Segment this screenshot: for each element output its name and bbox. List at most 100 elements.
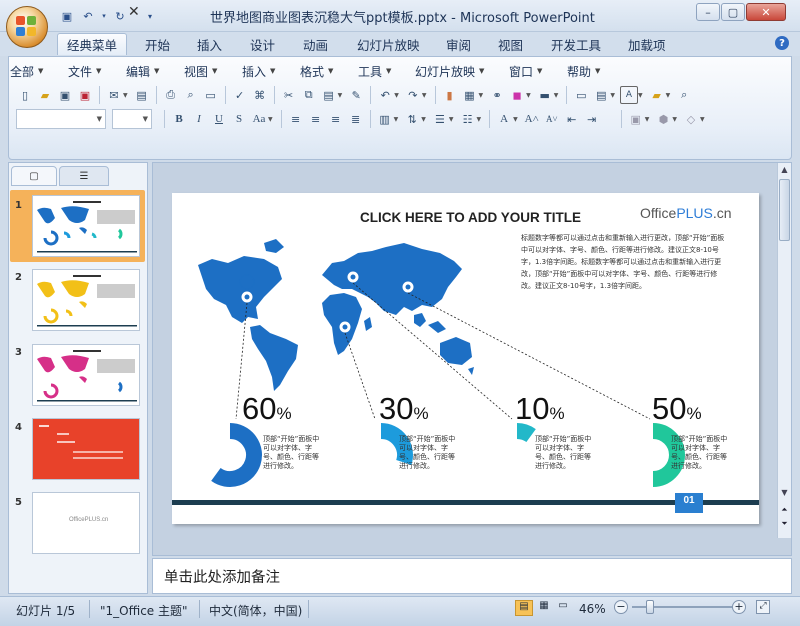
- bold-icon[interactable]: B: [170, 110, 188, 128]
- print-preview-icon[interactable]: ⌕: [182, 86, 200, 104]
- layout-icon[interactable]: ▤: [592, 86, 610, 104]
- slide-sorter-icon[interactable]: ▦: [536, 600, 552, 616]
- slide-canvas[interactable]: CLICK HERE TO ADD YOUR TITLE OfficePLUS.…: [172, 193, 759, 524]
- copy-icon[interactable]: ⧉: [300, 86, 318, 104]
- menu-slideshow[interactable]: 幻灯片放映 ▼: [415, 62, 509, 80]
- spelling-icon[interactable]: ✓: [231, 86, 249, 104]
- chevron-down-icon[interactable]: ▼: [526, 92, 531, 99]
- undo-icon[interactable]: ↶: [376, 86, 394, 104]
- stat-description-3[interactable]: 顶部“开始”面板中可以对字体、字号、颜色、行距等进行修改。: [535, 435, 595, 471]
- chevron-down-icon[interactable]: ▼: [338, 92, 343, 99]
- minimize-button[interactable]: –: [696, 3, 720, 21]
- slide-view-icon[interactable]: ▭: [202, 86, 220, 104]
- stat-value-3[interactable]: 10%: [515, 391, 565, 427]
- vertical-scrollbar[interactable]: ▲ ▼ ⏶ ⏷: [777, 163, 791, 538]
- shape-fill-icon[interactable]: ⬢: [654, 110, 672, 128]
- tab-review[interactable]: 审阅: [437, 33, 480, 55]
- previous-slide-icon[interactable]: ⏶: [779, 505, 790, 517]
- scrollbar-thumb[interactable]: [779, 179, 790, 241]
- color-icon[interactable]: ◼: [508, 86, 526, 104]
- publish-icon[interactable]: ▤: [133, 86, 151, 104]
- permission-icon[interactable]: ▣: [76, 86, 94, 104]
- new-slide-icon[interactable]: ▭: [572, 86, 590, 104]
- format-painter-icon[interactable]: ✎: [347, 86, 365, 104]
- slide-thumbnail-3[interactable]: [32, 344, 140, 406]
- font-size-combo[interactable]: ▼: [112, 109, 152, 129]
- chevron-down-icon[interactable]: ▼: [672, 116, 677, 123]
- stat-value-1[interactable]: 60%: [242, 391, 292, 427]
- cut-icon[interactable]: ✂: [280, 86, 298, 104]
- change-case-icon[interactable]: Aa: [250, 110, 268, 128]
- undo-dropdown-icon[interactable]: ▾: [100, 7, 108, 25]
- fit-to-window-icon[interactable]: ⤢: [756, 600, 770, 614]
- slide-thumbnail-2[interactable]: [32, 269, 140, 331]
- new-icon[interactable]: ▯: [16, 86, 34, 104]
- align-right-icon[interactable]: ≡: [327, 110, 345, 128]
- chart-icon[interactable]: ▮: [441, 86, 459, 104]
- customize-icon[interactable]: ▾: [144, 7, 156, 25]
- chevron-down-icon[interactable]: ▼: [645, 116, 650, 123]
- hyperlink-icon[interactable]: ⚭: [488, 86, 506, 104]
- chevron-down-icon[interactable]: ▼: [513, 116, 518, 123]
- zoom-level[interactable]: 46%: [579, 602, 606, 616]
- tab-insert[interactable]: 插入: [188, 33, 231, 55]
- menu-format[interactable]: 格式 ▼: [300, 62, 358, 80]
- bullets-icon[interactable]: ☰: [431, 110, 449, 128]
- stat-description-1[interactable]: 顶部“开始”面板中可以对字体、字号、颜色、行距等进行修改。: [263, 435, 323, 471]
- justify-icon[interactable]: ≣: [347, 110, 365, 128]
- increase-indent-icon[interactable]: ⇥: [583, 110, 601, 128]
- chevron-down-icon[interactable]: ▼: [394, 116, 399, 123]
- stat-value-4[interactable]: 50%: [652, 391, 702, 427]
- stat-value-2[interactable]: 30%: [379, 391, 429, 427]
- notes-placeholder[interactable]: 单击此处添加备注: [164, 566, 280, 587]
- scroll-down-icon[interactable]: ▼: [779, 488, 790, 498]
- tab-animation[interactable]: 动画: [294, 33, 337, 55]
- line-style-icon[interactable]: ▬: [536, 86, 554, 104]
- chevron-down-icon[interactable]: ▼: [421, 116, 426, 123]
- slide-thumbnail-1[interactable]: [32, 195, 140, 257]
- zoom-out-button[interactable]: −: [614, 600, 628, 614]
- search-icon[interactable]: ⌕: [675, 86, 693, 104]
- language-indicator[interactable]: 中文(简体，中国): [209, 602, 302, 619]
- maximize-button[interactable]: ▢: [721, 3, 745, 21]
- align-left-icon[interactable]: ≡: [287, 110, 305, 128]
- decrease-indent-icon[interactable]: ⇤: [563, 110, 581, 128]
- tab-slideshow[interactable]: 幻灯片放映: [348, 33, 429, 55]
- scroll-up-icon[interactable]: ▲: [779, 165, 790, 175]
- menu-view[interactable]: 视图 ▼: [184, 62, 242, 80]
- zoom-slider-thumb[interactable]: [646, 600, 654, 614]
- redo-icon[interactable]: ↻: [111, 7, 129, 25]
- chevron-down-icon[interactable]: ▼: [638, 92, 643, 99]
- stat-description-2[interactable]: 顶部“开始”面板中可以对字体、字号、颜色、行距等进行修改。: [399, 435, 459, 471]
- stat-description-4[interactable]: 顶部“开始”面板中可以对字体、字号、颜色、行距等进行修改。: [671, 435, 731, 471]
- tab-view[interactable]: 视图: [489, 33, 532, 55]
- open-icon[interactable]: ▰: [36, 86, 54, 104]
- research-icon[interactable]: ⌘: [251, 86, 269, 104]
- font-name-combo[interactable]: ▼: [16, 109, 106, 129]
- tab-classic-menu[interactable]: 经典菜单: [57, 33, 128, 55]
- textbox-icon[interactable]: A: [620, 86, 638, 104]
- tab-outline[interactable]: ☰: [59, 166, 109, 186]
- menu-help[interactable]: 帮助 ▼: [567, 62, 607, 80]
- close-button[interactable]: ✕: [746, 3, 786, 21]
- slide-thumbnail-4[interactable]: [32, 418, 140, 480]
- align-center-icon[interactable]: ≡: [307, 110, 325, 128]
- office-button[interactable]: [6, 6, 48, 48]
- font-color-icon[interactable]: A: [495, 110, 513, 128]
- chevron-down-icon[interactable]: ▼: [268, 116, 273, 123]
- normal-view-icon[interactable]: ▤: [515, 600, 533, 616]
- tab-slides[interactable]: ▢: [11, 166, 57, 186]
- chevron-down-icon[interactable]: ▼: [666, 92, 671, 99]
- underline-icon[interactable]: U: [210, 110, 228, 128]
- paste-icon[interactable]: ▤: [320, 86, 338, 104]
- close-icon[interactable]: ✕: [128, 4, 140, 20]
- theme-name[interactable]: "1_Office 主题": [100, 602, 188, 619]
- chevron-down-icon[interactable]: ▼: [610, 92, 615, 99]
- chevron-down-icon[interactable]: ▼: [554, 92, 559, 99]
- chevron-down-icon[interactable]: ▼: [700, 116, 705, 123]
- zoom-in-button[interactable]: +: [732, 600, 746, 614]
- menu-edit[interactable]: 编辑 ▼: [126, 62, 184, 80]
- folder-icon[interactable]: ▰: [648, 86, 666, 104]
- italic-icon[interactable]: I: [190, 110, 208, 128]
- menu-tools[interactable]: 工具 ▼: [358, 62, 415, 80]
